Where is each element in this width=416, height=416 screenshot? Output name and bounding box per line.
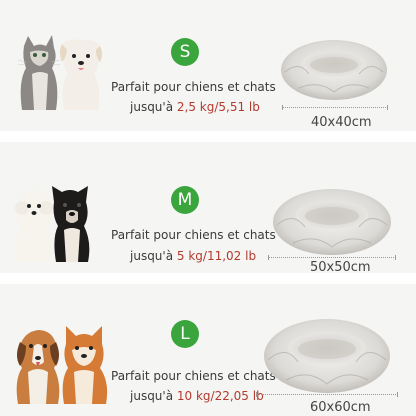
- size-badge: L: [171, 320, 199, 348]
- weight-prefix: jusqu'à: [130, 389, 177, 403]
- dimension-label: 40x40cm: [311, 115, 372, 130]
- size-panel-large: L Parfait pour chiens et chats jusqu'à 1…: [0, 284, 416, 416]
- weight-value: 5 kg/11,02 lb: [176, 249, 257, 263]
- pet-suitability-text: Parfait pour chiens et chats: [111, 80, 276, 94]
- weight-prefix: jusqu'à: [130, 249, 177, 263]
- dimension-line: [268, 255, 396, 260]
- size-badge: S: [171, 38, 199, 66]
- poodle-and-bulldog-image: [15, 186, 90, 262]
- dimension-label: 50x50cm: [310, 260, 371, 273]
- weight-value: 2,5 kg/5,51 lb: [176, 100, 260, 114]
- round-bed-image: [281, 40, 387, 100]
- round-bed-image: [273, 189, 391, 255]
- size-badge: M: [171, 186, 199, 214]
- weight-limit-text: jusqu'à 2,5 kg/5,51 lb: [130, 100, 260, 114]
- size-panel-medium: M Parfait pour chiens et chats jusqu'à 5…: [0, 142, 416, 273]
- size-panel-small: S Parfait pour chiens et chats jusqu'à 2…: [0, 0, 416, 131]
- round-bed-image: [264, 319, 390, 393]
- pet-suitability-text: Parfait pour chiens et chats: [111, 369, 276, 383]
- weight-value: 10 kg/22,05 lb: [176, 389, 264, 403]
- dimension-label: 60x60cm: [310, 400, 371, 415]
- pet-suitability-text: Parfait pour chiens et chats: [111, 228, 276, 242]
- weight-limit-text: jusqu'à 5 kg/11,02 lb: [130, 249, 256, 263]
- cat-and-dog-image: [17, 35, 102, 110]
- beagle-and-shiba-image: [16, 326, 108, 404]
- dimension-line: [256, 392, 398, 397]
- dimension-line: [282, 105, 388, 110]
- weight-limit-text: jusqu'à 10 kg/22,05 lb: [130, 389, 264, 403]
- weight-prefix: jusqu'à: [130, 100, 177, 114]
